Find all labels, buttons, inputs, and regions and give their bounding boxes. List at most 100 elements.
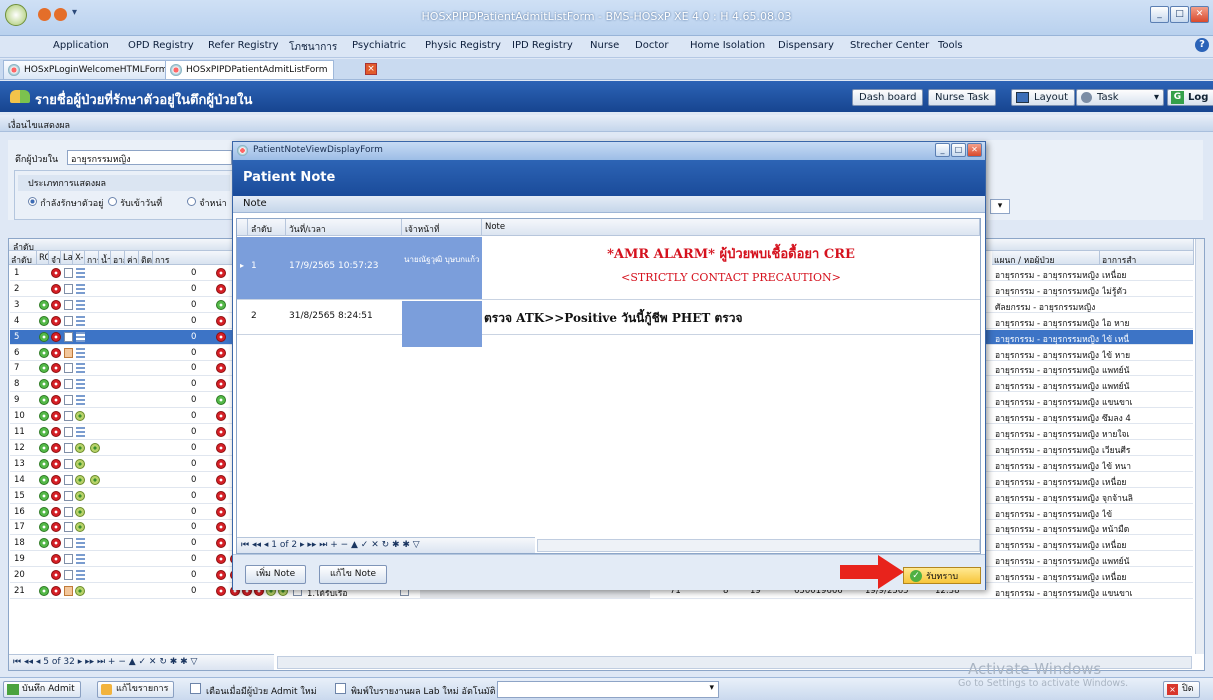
dialog-maximize-button[interactable]: □ xyxy=(951,143,966,157)
ward-label: ตึกผู้ป่วยใน xyxy=(15,155,59,165)
close-tab-icon[interactable]: × xyxy=(365,63,377,75)
checkbox-icon[interactable] xyxy=(64,554,73,565)
checkbox-icon[interactable] xyxy=(64,411,73,422)
menu-psychiatric[interactable]: Psychiatric xyxy=(352,40,406,51)
checkbox-icon[interactable] xyxy=(64,395,73,406)
layout-icon xyxy=(1016,92,1029,103)
checkbox-icon[interactable] xyxy=(64,538,73,549)
radio-admit-date[interactable]: รับเข้าวันที่ xyxy=(108,196,162,210)
maximize-button[interactable]: □ xyxy=(1170,6,1189,23)
edit-list-button[interactable]: แก้ไขรายการ xyxy=(97,681,175,698)
col-9[interactable]: ติด xyxy=(139,251,153,265)
checkbox-icon[interactable] xyxy=(64,331,73,342)
menu-ipd-registry[interactable]: IPD Registry xyxy=(512,40,573,51)
menu-home-isolation[interactable]: Home Isolation xyxy=(690,40,765,51)
note-row[interactable]: 2 31/8/2565 8:24:51 ตรวจ ATK>>Positive ว… xyxy=(237,301,980,347)
acknowledge-button[interactable]: ✓ รับทราบ xyxy=(903,567,981,584)
checkbox-icon[interactable] xyxy=(64,379,73,390)
status-icon xyxy=(216,331,226,342)
grid-vscroll[interactable] xyxy=(1195,239,1204,654)
checkbox-icon[interactable] xyxy=(64,299,73,310)
col-rc[interactable]: RC xyxy=(37,251,49,265)
menu-strecher-center[interactable]: Strecher Center xyxy=(850,40,929,51)
col-7[interactable]: อาก xyxy=(111,251,125,265)
col-2[interactable]: จำ xyxy=(49,251,61,265)
note-col-datetime[interactable]: วันที่/เวลา xyxy=(286,219,402,236)
col-8[interactable]: ค่าง xyxy=(125,251,139,265)
alert-new-admit-checkbox[interactable] xyxy=(190,683,201,694)
row-zero-count: 0 xyxy=(191,315,197,326)
row-zero-count: 0 xyxy=(191,379,197,390)
close-button[interactable]: ✕ xyxy=(1190,6,1209,23)
list-icon xyxy=(76,331,85,342)
ward-input[interactable]: อายุรกรรมหญิง xyxy=(67,150,232,165)
col-symptom[interactable]: อาการสำ xyxy=(1100,251,1194,265)
note-navigator[interactable]: ⏮ ◂◂ ◂ 1 of 2 ▸ ▸▸ ⏭ + − ▲ ✓ ✕ ↻ ✱ ✱ ▽ xyxy=(237,537,535,553)
checkbox-icon[interactable] xyxy=(64,522,73,533)
menu-physic-registry[interactable]: Physic Registry xyxy=(425,40,501,51)
menu-dispensary[interactable]: Dispensary xyxy=(778,40,834,51)
add-note-button[interactable]: เพิ่ม Note xyxy=(245,565,307,584)
nurse-task-button[interactable]: Nurse Task xyxy=(928,89,997,106)
grid-navigator[interactable]: ⏮ ◂◂ ◂ 5 of 32 ▸ ▸▸ ⏭ + − ▲ ✓ ✕ ↻ ✱ ✱ ▽ xyxy=(9,654,274,670)
dashboard-button[interactable]: Dash board xyxy=(852,89,924,106)
checkbox-icon[interactable] xyxy=(64,474,73,485)
col-ward[interactable]: แผนก / หอผู้ป่วย xyxy=(992,251,1100,265)
checkbox-icon[interactable] xyxy=(64,506,73,517)
menu-nurse[interactable]: Nurse xyxy=(590,40,619,51)
checkbox-icon[interactable] xyxy=(64,570,73,581)
col-lab[interactable]: La xyxy=(61,251,73,265)
dialog-close-button[interactable]: ✕ xyxy=(967,143,982,157)
tab-patient-admit-list[interactable]: HOSxPIPDPatientAdmitListForm xyxy=(165,60,334,79)
menu-doctor[interactable]: Doctor xyxy=(635,40,668,51)
checkbox-icon[interactable] xyxy=(64,363,73,374)
checkbox-icon[interactable] xyxy=(64,268,73,278)
checkbox-icon[interactable] xyxy=(64,490,73,501)
menu-opd-registry[interactable]: OPD Registry xyxy=(128,40,194,51)
close-form-button[interactable]: × ปิด xyxy=(1163,681,1200,698)
dialog-minimize-button[interactable]: _ xyxy=(935,143,950,157)
note-tab[interactable]: Note xyxy=(233,196,985,213)
log-button[interactable]: G Log xyxy=(1167,89,1213,106)
checkbox-icon[interactable] xyxy=(64,315,73,326)
auto-print-lab-checkbox[interactable] xyxy=(335,683,346,694)
note-col-staff[interactable]: เจ้าหน้าที่ xyxy=(402,219,482,236)
note-datetime: 31/8/2565 8:24:51 xyxy=(289,311,373,321)
col-xray[interactable]: X-l xyxy=(73,251,85,265)
radio-current[interactable]: กำลังรักษาตัวอยู่ xyxy=(28,196,103,210)
row-symptom: หายใจเ xyxy=(1102,430,1130,440)
note-hscroll[interactable] xyxy=(537,539,980,552)
green-check-icon xyxy=(39,315,49,326)
checkbox-icon[interactable] xyxy=(64,442,73,453)
task-dropdown[interactable]: Task ▾ xyxy=(1076,89,1164,106)
menu-nutrition[interactable]: โภชนาการ xyxy=(289,40,337,55)
filter-dropdown[interactable]: ▾ xyxy=(990,199,1010,214)
checkbox-icon[interactable] xyxy=(64,283,73,294)
note-col-order[interactable]: ลำดับ xyxy=(248,219,286,236)
printer-select[interactable]: ▾ xyxy=(497,681,719,698)
layout-button[interactable]: Layout xyxy=(1011,89,1075,106)
col-order[interactable]: ลำดับ xyxy=(9,251,37,265)
col-5[interactable]: การ xyxy=(85,251,99,265)
row-number: 15 xyxy=(14,490,25,501)
col-6[interactable]: น้ำ xyxy=(99,251,111,265)
checkbox-icon[interactable] xyxy=(64,427,73,437)
save-admit-button[interactable]: บันทึก Admit xyxy=(3,681,81,698)
note-col-note[interactable]: Note xyxy=(482,219,980,236)
help-icon[interactable]: ? xyxy=(1195,38,1209,52)
edit-note-button[interactable]: แก้ไข Note xyxy=(319,565,388,584)
row-zero-count: 0 xyxy=(191,299,197,310)
note-no: 2 xyxy=(251,311,257,321)
red-status-icon xyxy=(51,268,61,278)
row-zero-count: 0 xyxy=(191,506,197,517)
menu-tools[interactable]: Tools xyxy=(938,40,963,51)
minimize-button[interactable]: _ xyxy=(1150,6,1169,23)
filter-section-tab[interactable]: เงื่อนไขแสดงผล xyxy=(0,115,1213,132)
radio-discharge[interactable]: จำหน่า xyxy=(187,196,227,210)
checkbox-icon[interactable] xyxy=(64,458,73,469)
menu-refer-registry[interactable]: Refer Registry xyxy=(208,40,279,51)
col-10[interactable]: การ xyxy=(153,251,237,265)
note-row[interactable]: ▸ 1 17/9/2565 10:57:23 นายณัฐวุฒิ บุษบกแ… xyxy=(237,237,980,300)
tab-login-welcome[interactable]: HOSxPLoginWelcomeHTMLForm xyxy=(3,60,174,79)
menu-application[interactable]: Application xyxy=(53,40,109,51)
